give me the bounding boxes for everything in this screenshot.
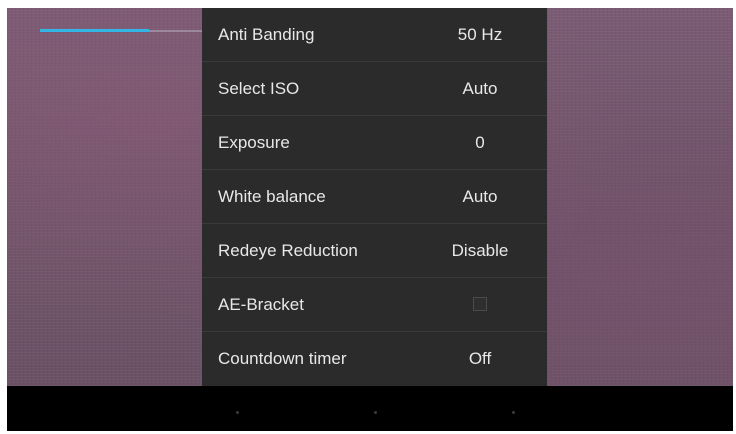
setting-label: Select ISO: [218, 79, 300, 98]
setting-label: Redeye Reduction: [218, 241, 358, 260]
camera-settings-panel: Anti Banding 50 Hz Select ISO Auto Expos…: [202, 8, 547, 386]
setting-value: Off: [468, 349, 492, 368]
setting-label: Countdown timer: [218, 349, 347, 368]
setting-label: Anti Banding: [218, 25, 315, 44]
screen: Anti Banding 50 Hz Select ISO Auto Expos…: [0, 0, 736, 434]
back-icon[interactable]: [236, 411, 239, 414]
setting-anti-banding[interactable]: Anti Banding 50 Hz: [202, 8, 547, 62]
recent-apps-icon[interactable]: [512, 411, 515, 414]
ae-bracket-checkbox[interactable]: [473, 297, 487, 311]
setting-exposure[interactable]: Exposure 0: [202, 116, 547, 170]
setting-value: Auto: [462, 187, 498, 206]
setting-value: Auto: [462, 79, 498, 98]
setting-redeye-reduction[interactable]: Redeye Reduction Disable: [202, 224, 547, 278]
zoom-slider-fill: [40, 29, 149, 32]
setting-white-balance[interactable]: White balance Auto: [202, 170, 547, 224]
setting-label: Exposure: [218, 133, 290, 152]
setting-select-iso[interactable]: Select ISO Auto: [202, 62, 547, 116]
setting-value: Disable: [451, 241, 509, 260]
navigation-bar: [7, 386, 733, 431]
setting-label: White balance: [218, 187, 326, 206]
setting-label: AE-Bracket: [218, 295, 304, 314]
setting-countdown-timer[interactable]: Countdown timer Off: [202, 332, 547, 386]
setting-ae-bracket[interactable]: AE-Bracket: [202, 278, 547, 332]
setting-value: 0: [475, 133, 485, 152]
zoom-slider[interactable]: [40, 29, 202, 32]
home-icon[interactable]: [374, 411, 377, 414]
setting-value: 50 Hz: [457, 25, 503, 44]
